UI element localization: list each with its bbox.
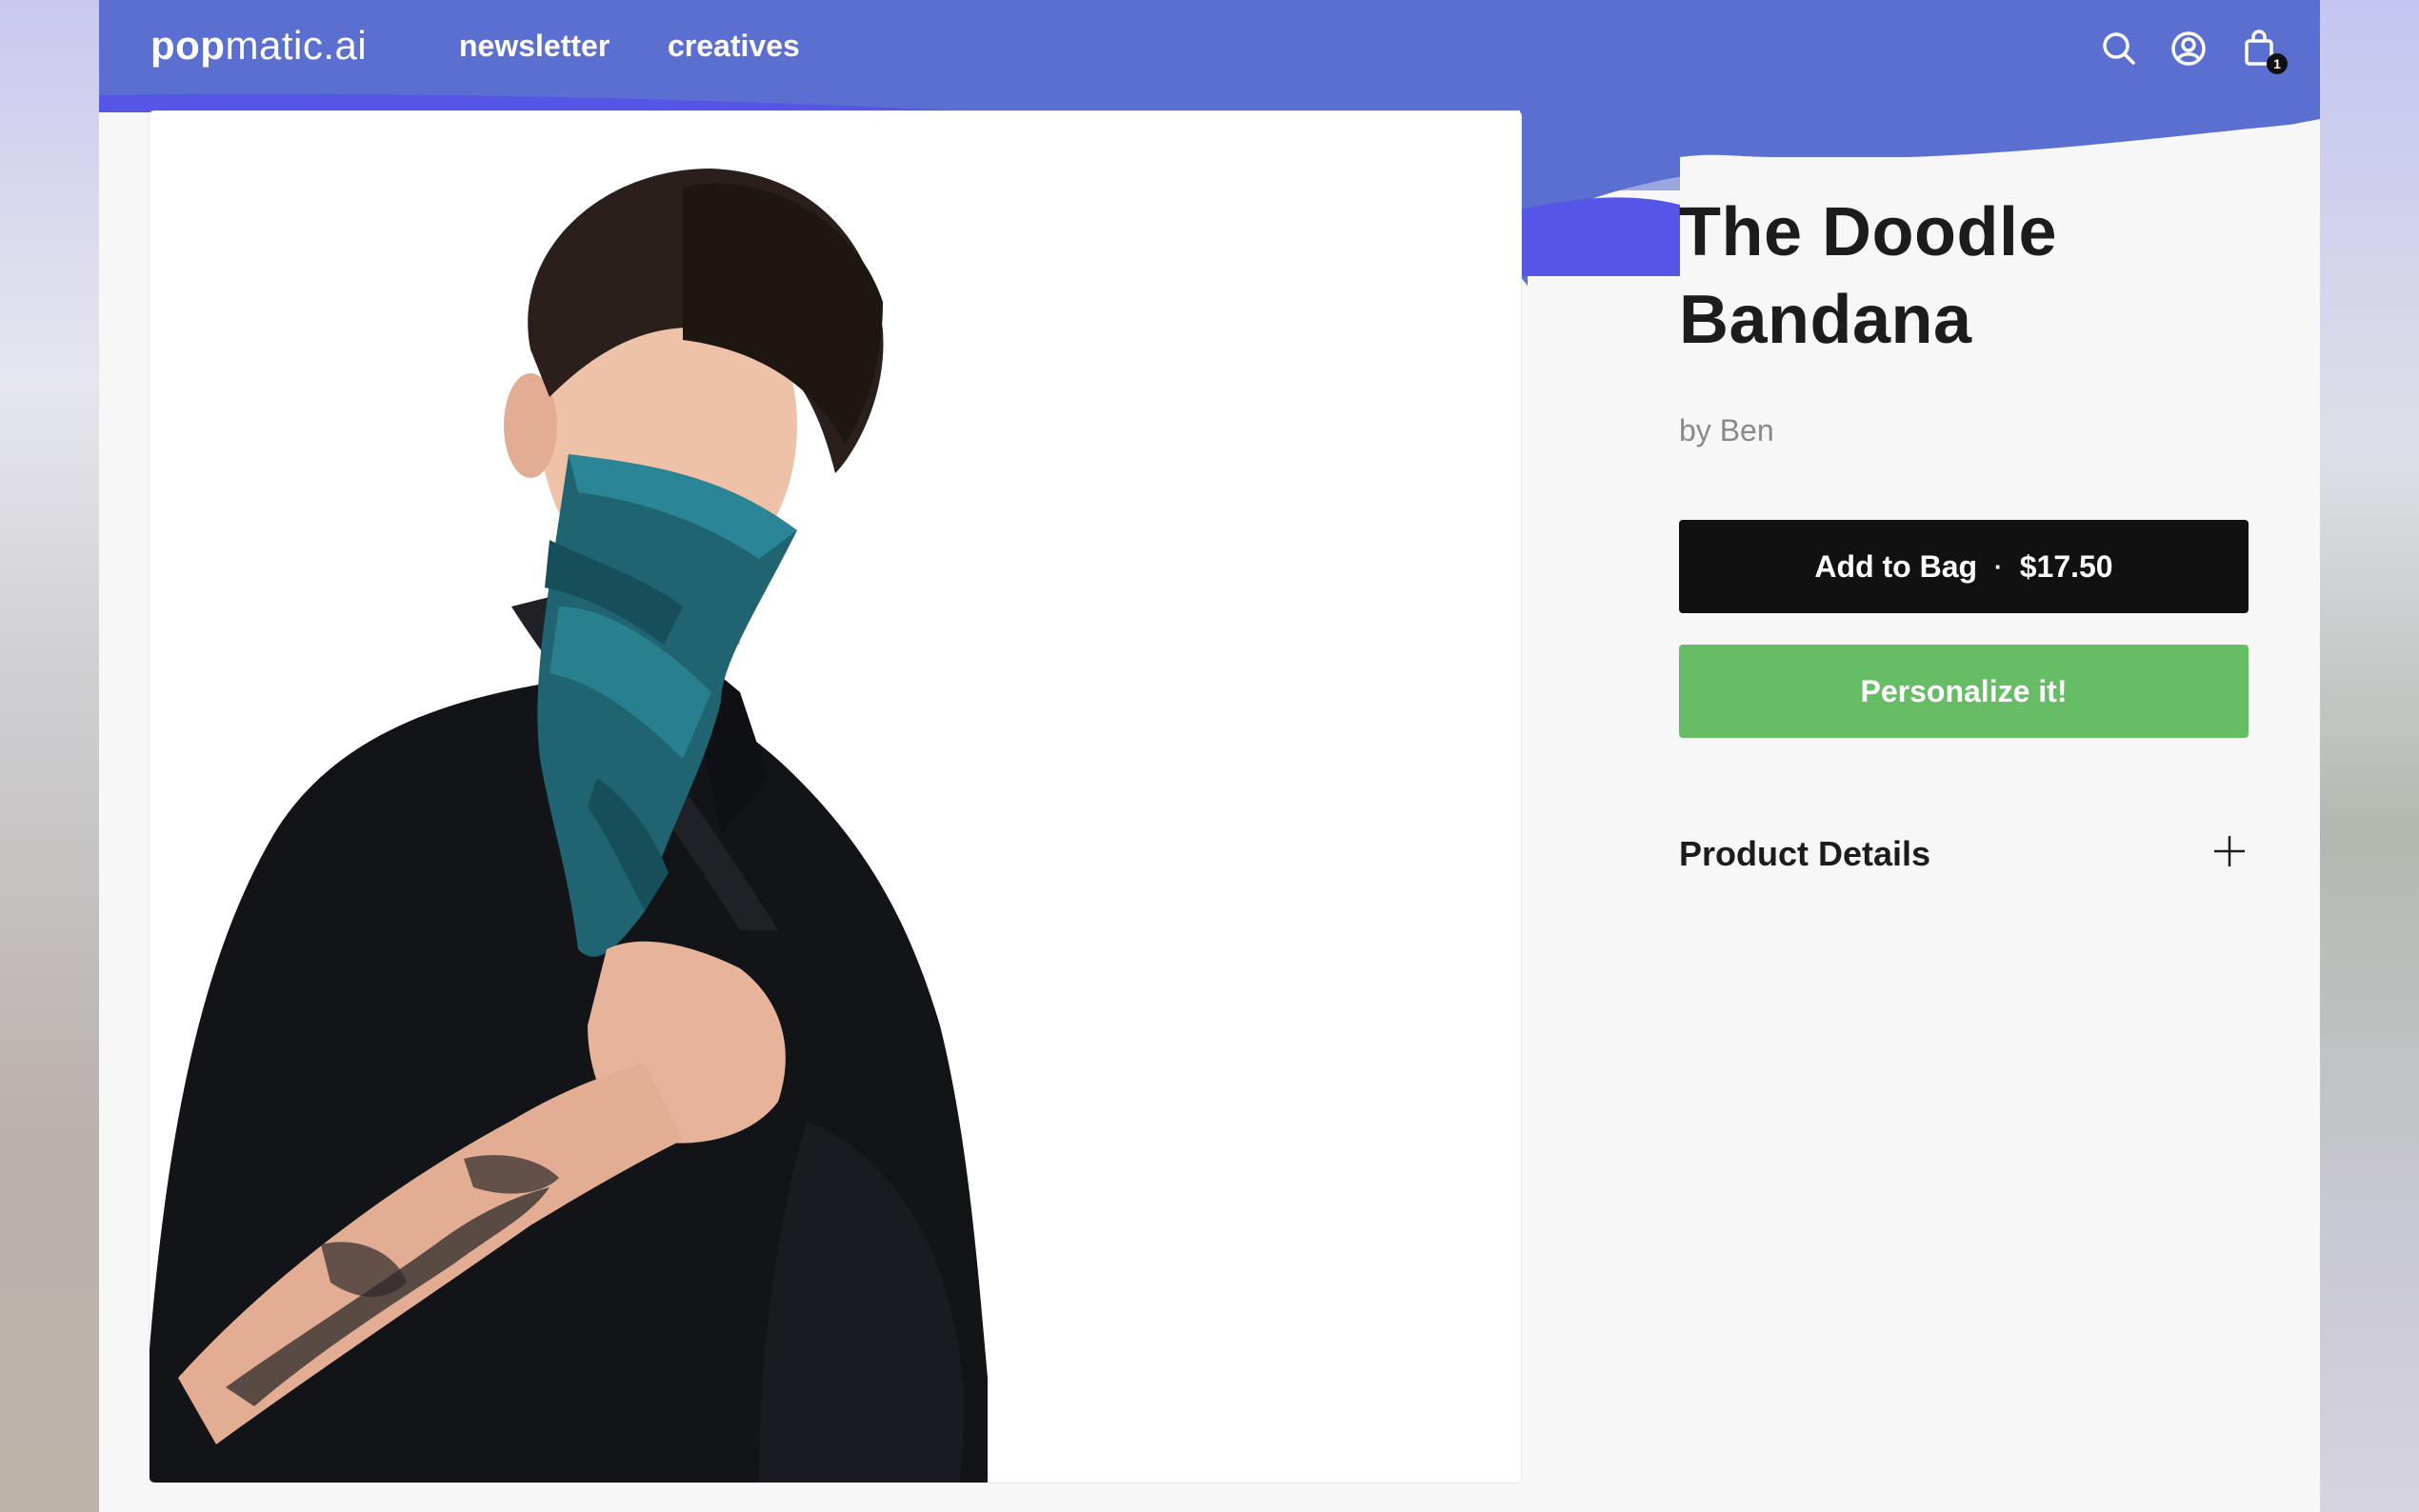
top-navigation: popmatic.ai newsletter creatives 1 (99, 0, 2320, 99)
personalize-button[interactable]: Personalize it! (1679, 645, 2249, 738)
search-icon[interactable] (2097, 27, 2141, 70)
plus-icon[interactable] (2210, 832, 2249, 870)
personalize-label: Personalize it! (1860, 673, 2068, 708)
product-byline[interactable]: by Ben (1679, 413, 1774, 448)
product-title: The Doodle Bandana (1679, 194, 2057, 358)
add-to-bag-label: Add to Bag (1814, 548, 1978, 584)
logo-rest: matic.ai (225, 23, 368, 68)
account-icon[interactable] (2167, 27, 2210, 70)
product-price: $17.50 (2019, 548, 2113, 584)
add-to-bag-button[interactable]: Add to Bag · $17.50 (1679, 520, 2249, 613)
product-details-accordion[interactable]: Product Details (1679, 828, 2249, 882)
background-right (2320, 0, 2419, 1512)
product-details-label: Product Details (1679, 834, 1931, 873)
price-separator: · (1994, 551, 2003, 581)
model-wearing-bandana-image (150, 111, 1521, 1482)
page: popmatic.ai newsletter creatives 1 The D… (99, 0, 2320, 1512)
nav-link-creatives[interactable]: creatives (668, 29, 800, 64)
cart-count-badge: 1 (2267, 53, 2288, 74)
product-image[interactable] (149, 110, 1522, 1483)
nav-link-newsletter[interactable]: newsletter (459, 29, 610, 64)
shopping-bag-icon[interactable]: 1 (2238, 27, 2288, 74)
logo[interactable]: popmatic.ai (150, 23, 367, 69)
logo-bold: pop (150, 23, 226, 68)
